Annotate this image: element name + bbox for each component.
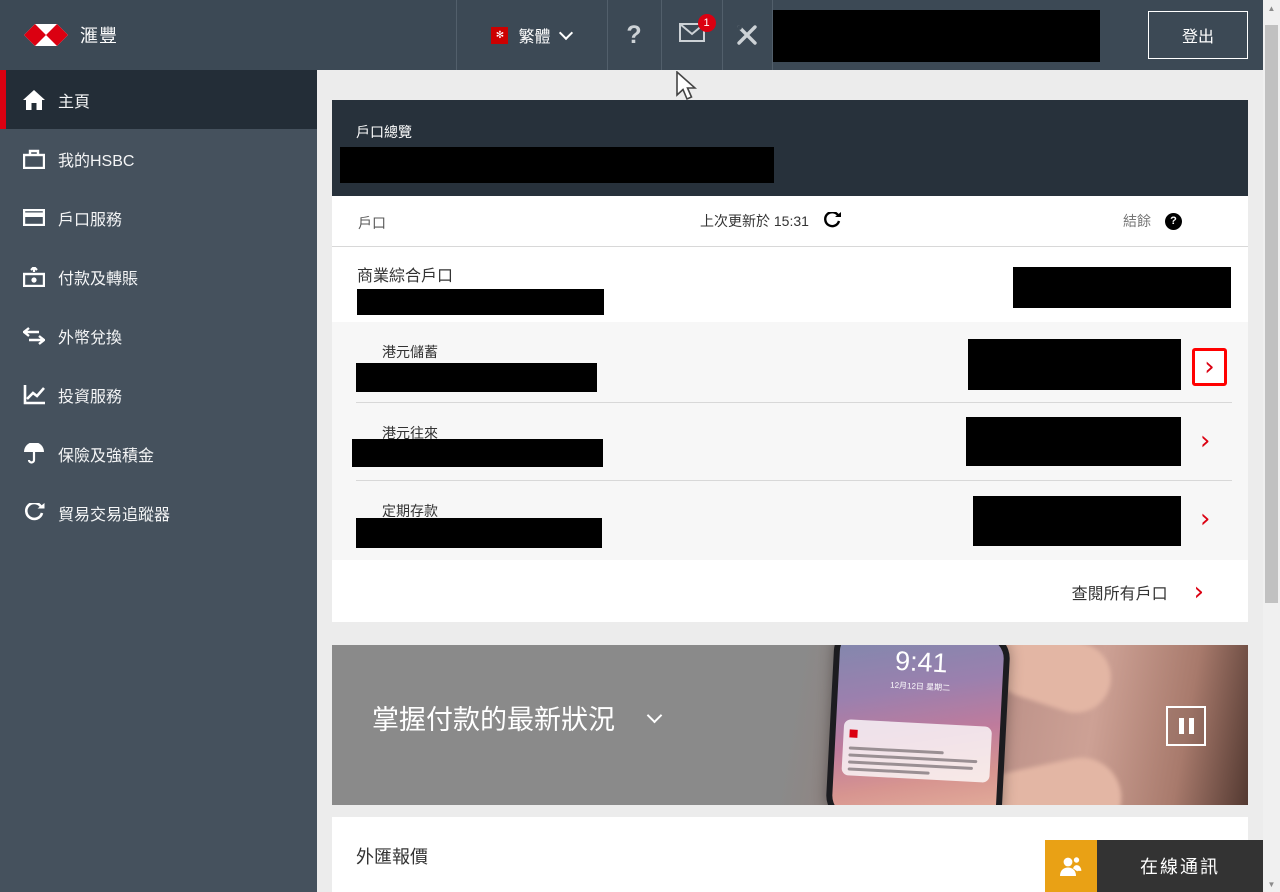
- tracker-refresh-icon: [22, 503, 46, 523]
- phone-notification-card: [841, 719, 992, 783]
- account-detail-button-focused[interactable]: ›: [1192, 348, 1227, 386]
- sidebar-item-trade-tracker[interactable]: 貿易交易追蹤器: [0, 483, 317, 542]
- balance-help-icon[interactable]: ?: [1165, 213, 1182, 230]
- account-row-hkd-current: 港元往來 ›: [332, 403, 1248, 481]
- account-name: 港元儲蓄: [382, 342, 438, 362]
- sidebar-item-label: 貿易交易追蹤器: [58, 501, 170, 525]
- view-all-label: 查閱所有戶口: [1072, 580, 1168, 604]
- sidebar-item-insurance-mpf[interactable]: 保險及強積金: [0, 424, 317, 483]
- account-detail-button[interactable]: ›: [1200, 431, 1210, 451]
- scrollbar-up-arrow[interactable]: ▲: [1263, 0, 1280, 16]
- sidebar-item-payments-transfers[interactable]: 付款及轉賬: [0, 247, 317, 306]
- account-overview-card: 戶口總覽 戶口 上次更新於 15:31 結餘 ? 商業綜合戶口: [332, 100, 1248, 622]
- account-row-hkd-savings: 港元儲蓄 ›: [332, 322, 1248, 403]
- redacted-account-number: [356, 518, 602, 548]
- overview-card-title: 戶口總覽: [356, 122, 412, 142]
- chevron-right-icon: ›: [1194, 582, 1204, 602]
- scrollbar-down-arrow[interactable]: ▼: [1263, 876, 1280, 892]
- phone-screen-image: 9:41 12月12日 星期二: [831, 645, 1004, 805]
- sidebar-item-label: 投資服務: [58, 383, 122, 407]
- sidebar-item-account-services[interactable]: 戶口服務: [0, 188, 317, 247]
- scrollbar-thumb[interactable]: [1265, 25, 1278, 603]
- home-icon: [22, 90, 46, 110]
- phone-time-text: 9:41: [839, 645, 1004, 682]
- hsbc-hexagon-icon: [24, 24, 68, 46]
- redacted-balance: [1013, 267, 1231, 308]
- accounts-column-label: 戶口: [358, 213, 386, 233]
- last-updated: 上次更新於 15:31: [700, 211, 841, 231]
- redacted-balance: [973, 496, 1181, 546]
- redacted-account-number: [352, 439, 603, 467]
- sidebar-item-label: 我的HSBC: [58, 147, 134, 171]
- hk-flag-icon: ✻: [491, 27, 508, 44]
- chat-people-icon: [1058, 854, 1084, 878]
- sidebar-item-label: 保險及強積金: [58, 442, 154, 466]
- banner-title-toggle[interactable]: 掌握付款的最新狀況: [372, 698, 660, 737]
- fx-panel-title: 外匯報價: [356, 843, 428, 869]
- redacted-balance: [966, 417, 1181, 466]
- payment-icon: [22, 267, 46, 287]
- tools-icon: [735, 23, 759, 47]
- live-chat-button[interactable]: 在線通訊: [1045, 840, 1263, 892]
- redacted-account-number: [357, 289, 604, 315]
- sidebar-item-label: 戶口服務: [58, 206, 122, 230]
- sidebar-item-investments[interactable]: 投資服務: [0, 365, 317, 424]
- chevron-right-icon: ›: [1204, 357, 1214, 377]
- sidebar-item-label: 付款及轉賬: [58, 265, 138, 289]
- pause-button[interactable]: [1166, 706, 1206, 746]
- banner-title-text: 掌握付款的最新狀況: [372, 698, 615, 737]
- tools-button[interactable]: [722, 0, 772, 70]
- page-scrollbar[interactable]: ▲ ▼: [1263, 0, 1280, 892]
- overview-card-header: 戶口總覽: [332, 100, 1248, 196]
- view-all-accounts-link[interactable]: 查閱所有戶口 ›: [1072, 580, 1204, 604]
- redacted-account-number: [356, 363, 597, 392]
- balance-column-label: 結餘: [1123, 211, 1151, 231]
- account-group-row: 商業綜合戶口: [332, 247, 1248, 322]
- help-button[interactable]: ?: [607, 0, 661, 70]
- refresh-icon[interactable]: [823, 212, 841, 230]
- redacted-company-name: [340, 147, 774, 183]
- investment-chart-icon: [22, 385, 46, 405]
- promo-banner[interactable]: 掌握付款的最新狀況 9:41 12月12日 星期二: [332, 645, 1248, 805]
- top-header: 滙豐 ✻ 繁體 ? 1 登出: [0, 0, 1280, 70]
- pause-icon: [1179, 718, 1184, 734]
- sidebar-item-home[interactable]: 主頁: [0, 70, 317, 129]
- umbrella-icon: [22, 443, 46, 464]
- account-row-time-deposit: 定期存款 ›: [332, 481, 1248, 560]
- last-updated-text: 上次更新於 15:31: [700, 211, 809, 231]
- view-all-row: 查閱所有戶口 ›: [332, 560, 1248, 622]
- language-selector[interactable]: ✻ 繁體: [456, 0, 606, 70]
- chevron-down-icon: [558, 26, 572, 40]
- language-label: 繁體: [518, 23, 550, 47]
- unread-count-badge: 1: [698, 14, 716, 32]
- account-card-icon: [22, 209, 46, 226]
- live-chat-label: 在線通訊: [1097, 840, 1263, 892]
- notification-text-line: [848, 767, 930, 774]
- brand-name: 滙豐: [80, 22, 118, 48]
- sidebar-item-label: 外幣兌換: [58, 324, 122, 348]
- briefcase-icon: [22, 149, 46, 169]
- hsbc-logo[interactable]: 滙豐: [24, 0, 118, 70]
- phone-image: 9:41 12月12日 星期二: [825, 645, 1011, 805]
- redacted-balance: [968, 339, 1181, 390]
- main-content: 戶口總覽 戶口 上次更新於 15:31 結餘 ? 商業綜合戶口: [317, 70, 1263, 892]
- sidebar-item-fx[interactable]: 外幣兌換: [0, 306, 317, 365]
- accounts-table-header: 戶口 上次更新於 15:31 結餘 ?: [332, 196, 1248, 247]
- sidebar-item-my-hsbc[interactable]: 我的HSBC: [0, 129, 317, 188]
- redacted-customer-name: [773, 10, 1100, 62]
- sidebar-item-label: 主頁: [58, 88, 90, 112]
- exchange-arrows-icon: [22, 327, 46, 345]
- messages-button[interactable]: 1: [661, 0, 722, 70]
- help-icon: ?: [626, 21, 641, 50]
- account-detail-button[interactable]: ›: [1200, 509, 1210, 529]
- hsbc-notification-logo-icon: [849, 729, 857, 737]
- account-group-title: 商業綜合戶口: [357, 262, 453, 286]
- sidebar-nav: 主頁 我的HSBC 戶口服務 付款及轉賬 外幣兌換 投資服務 保險及強積金: [0, 70, 317, 892]
- chevron-down-icon: [647, 708, 663, 724]
- logout-button[interactable]: 登出: [1148, 11, 1248, 59]
